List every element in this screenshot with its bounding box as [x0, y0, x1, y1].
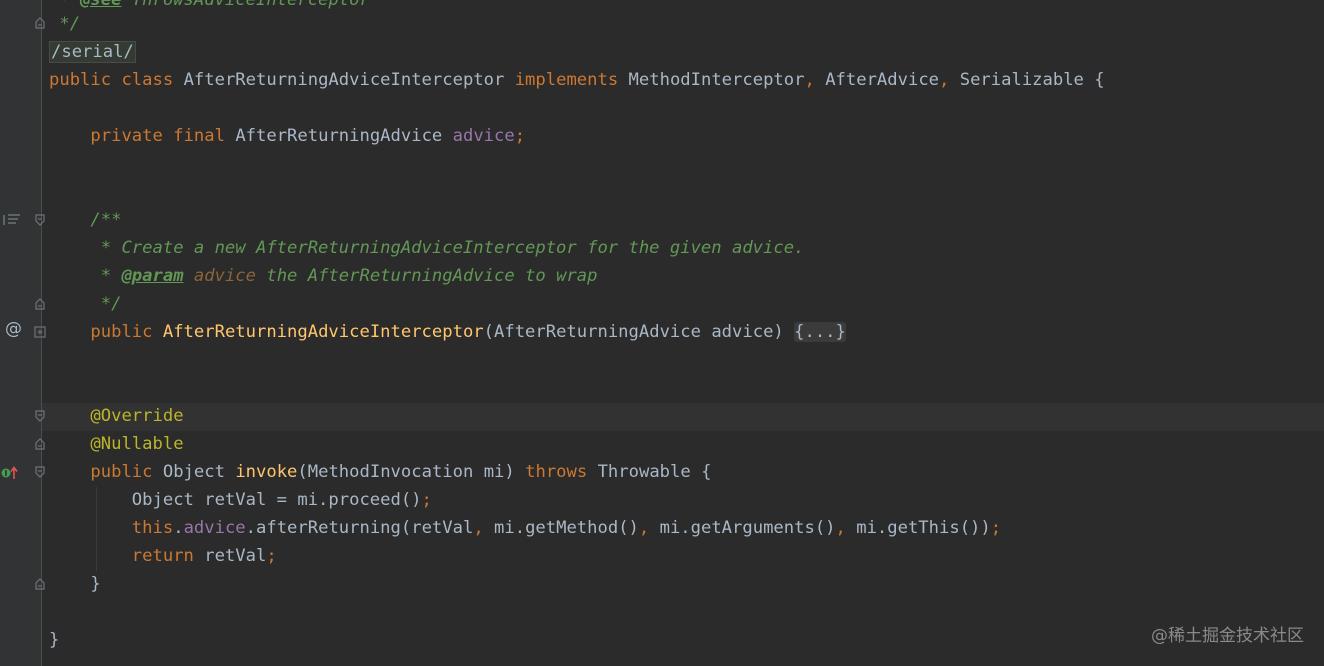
- code-line: this.advice.afterReturning(retVal, mi.ge…: [131, 518, 1002, 538]
- method-declaration-line: public Object invoke(MethodInvocation mi…: [90, 462, 712, 482]
- folded-code-placeholder[interactable]: {...}: [794, 322, 846, 342]
- fold-collapse-icon[interactable]: [33, 465, 47, 479]
- code-editor[interactable]: @ I * @see ThrowsAdviceInterceptor */ /s…: [0, 0, 1324, 666]
- fold-collapse-icon[interactable]: [33, 213, 47, 227]
- annotation-line: @Override: [90, 406, 184, 426]
- code-line: }: [49, 630, 60, 650]
- code-line: * @see ThrowsAdviceInterceptor: [49, 0, 370, 10]
- watermark: @稀土掘金技术社区: [1151, 626, 1304, 646]
- javadoc-line: * @param advice the AfterReturningAdvice…: [90, 266, 598, 286]
- class-declaration-line: public class AfterReturningAdviceInterce…: [49, 70, 1105, 90]
- fold-end-icon[interactable]: [33, 297, 47, 311]
- serial-tag: /serial/: [49, 41, 136, 63]
- override-method-icon[interactable]: I: [1, 465, 19, 485]
- svg-text:I: I: [5, 469, 8, 478]
- code-line: /serial/: [49, 38, 136, 66]
- fold-collapse-icon[interactable]: [33, 409, 47, 423]
- fold-end-icon[interactable]: [33, 577, 47, 591]
- fold-end-icon[interactable]: [33, 16, 47, 30]
- code-line: return retVal;: [131, 546, 277, 566]
- annotation-at-icon[interactable]: @: [5, 319, 22, 339]
- constructor-line: public AfterReturningAdviceInterceptor(A…: [90, 322, 846, 342]
- code-line: */: [49, 14, 81, 34]
- javadoc-line: * Create a new AfterReturningAdviceInter…: [90, 238, 805, 258]
- code-line: }: [90, 574, 101, 594]
- current-line-highlight: [42, 403, 1324, 431]
- annotation-line: @Nullable: [90, 434, 184, 454]
- field-declaration-line: private final AfterReturningAdvice advic…: [90, 126, 526, 146]
- fold-expand-icon[interactable]: [33, 325, 47, 339]
- javadoc-line: /**: [90, 210, 122, 230]
- rendered-doc-icon[interactable]: [3, 212, 21, 232]
- fold-end-icon[interactable]: [33, 437, 47, 451]
- code-line: Object retVal = mi.proceed();: [131, 490, 432, 510]
- javadoc-line: */: [90, 294, 122, 314]
